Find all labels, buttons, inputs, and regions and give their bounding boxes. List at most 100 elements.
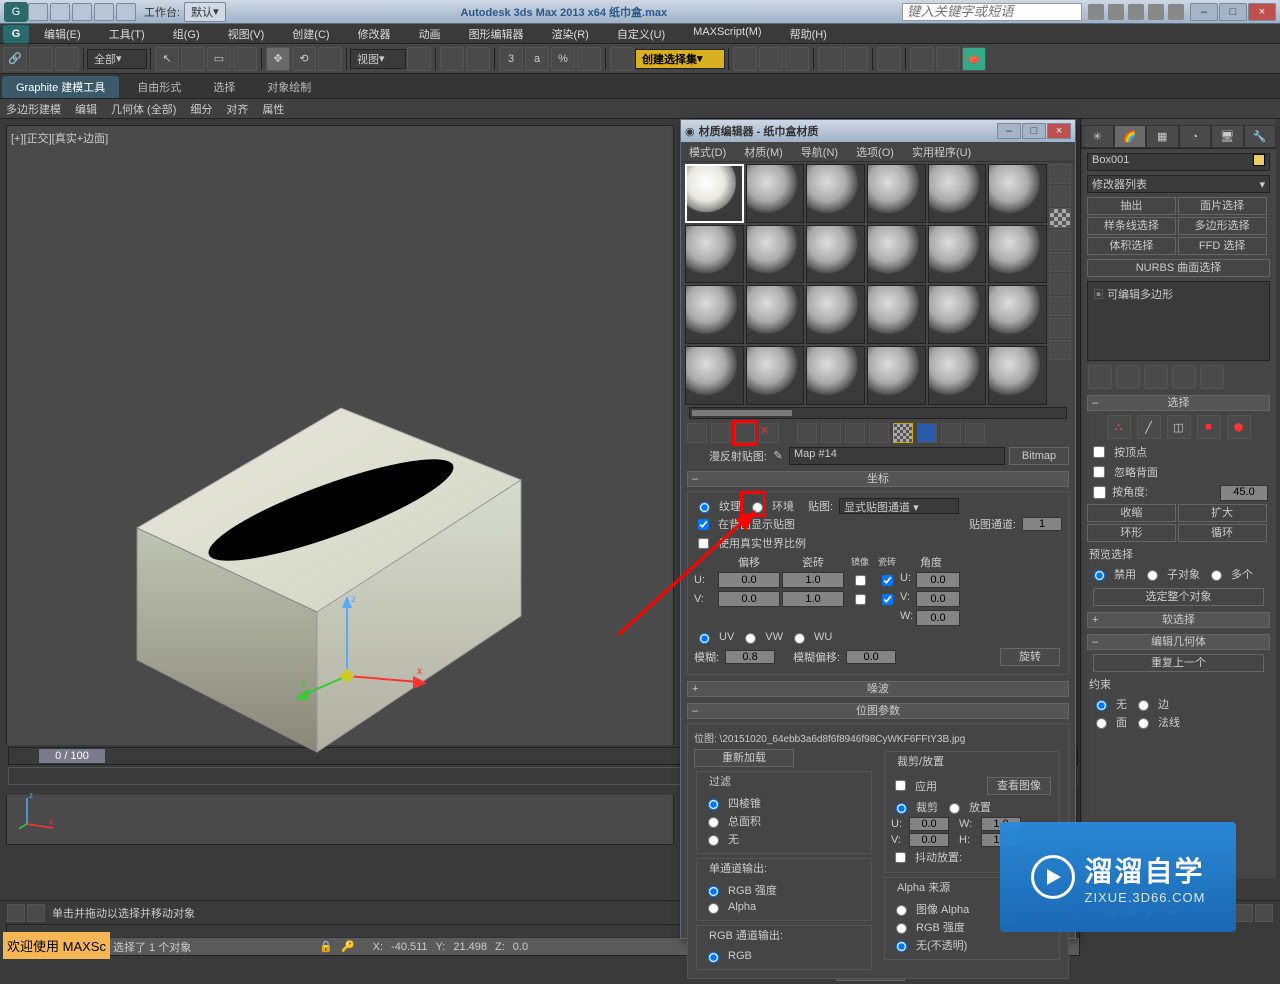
assign-icon[interactable] <box>735 423 755 443</box>
bind-icon[interactable] <box>55 47 79 71</box>
matmenu-material[interactable]: 材质(M) <box>742 142 785 161</box>
sr-align[interactable]: 对齐 <box>226 101 248 117</box>
tab-freeform[interactable]: 自由形式 <box>123 76 195 98</box>
reload-button[interactable]: 重新加载 <box>694 749 794 767</box>
ti2-icon[interactable] <box>1108 4 1124 20</box>
shrink-button[interactable]: 收缩 <box>1087 504 1176 522</box>
bitmap-path[interactable]: 位图: \20151020_64ebb3a6d8f6f8946f98CyWKF6… <box>692 728 1064 747</box>
tab-modify-icon[interactable]: 🌈 <box>1114 125 1147 148</box>
preview-icon[interactable] <box>1049 274 1071 294</box>
tab-selection[interactable]: 选择 <box>199 76 249 98</box>
pick-icon[interactable]: ✎ <box>771 449 785 462</box>
blur-spinner[interactable]: 0.8 <box>725 650 775 664</box>
render-icon[interactable]: 🫖 <box>962 47 986 71</box>
subel-icon[interactable]: ⬢ <box>1227 415 1251 439</box>
radio-vw[interactable] <box>745 633 756 644</box>
menu-edit[interactable]: 编辑(E) <box>30 24 95 43</box>
applogo-icon[interactable]: G <box>2 24 30 44</box>
unique-icon[interactable] <box>1144 365 1168 389</box>
rotate-icon[interactable]: ⟲ <box>292 47 316 71</box>
close-button[interactable]: × <box>1248 3 1276 21</box>
maximize-button[interactable]: □ <box>1219 3 1247 21</box>
pin-icon[interactable] <box>1088 365 1112 389</box>
qat-undo-icon[interactable] <box>94 3 114 21</box>
sr-props[interactable]: 属性 <box>262 101 284 117</box>
menu-tools[interactable]: 工具(T) <box>95 24 159 43</box>
viewport-label[interactable]: [+][正交][真实+边面] <box>11 130 108 146</box>
viewport[interactable]: [+][正交][真实+边面] z y x z x <box>6 125 674 845</box>
matbrowser-icon[interactable] <box>877 47 901 71</box>
crop-u[interactable]: 0.0 <box>909 817 949 831</box>
showend-icon[interactable] <box>917 423 937 443</box>
matdlg-max-button[interactable]: □ <box>1022 123 1046 139</box>
matid-icon[interactable] <box>869 423 889 443</box>
select-by-icon[interactable] <box>1049 318 1071 338</box>
r-rgb[interactable] <box>708 952 719 963</box>
slot-1[interactable] <box>685 164 744 223</box>
matmenu-mode[interactable]: 模式(D) <box>687 142 728 161</box>
select-icon[interactable]: ↖ <box>155 47 179 71</box>
rect-icon[interactable]: ▭ <box>207 47 231 71</box>
angle-spinner[interactable]: 45.0 <box>1220 485 1268 501</box>
slot-11[interactable] <box>928 225 987 284</box>
object-name[interactable]: Box001 <box>1087 153 1270 171</box>
c-normal[interactable] <box>1138 718 1149 729</box>
slot-12[interactable] <box>988 225 1047 284</box>
ti5-icon[interactable] <box>1168 4 1184 20</box>
mod-vol[interactable]: 体积选择 <box>1087 237 1176 255</box>
r-place[interactable] <box>949 803 960 814</box>
r-multi[interactable] <box>1211 570 1222 581</box>
sr-subdiv[interactable]: 细分 <box>190 101 212 117</box>
minimize-button[interactable]: – <box>1190 3 1218 21</box>
scale-icon[interactable] <box>318 47 342 71</box>
slot-13[interactable] <box>685 285 744 344</box>
menu-modifiers[interactable]: 修改器 <box>344 24 405 43</box>
ck-byvert[interactable] <box>1093 446 1105 458</box>
slot-23[interactable] <box>928 346 987 405</box>
bluroff-spinner[interactable]: 0.0 <box>846 650 896 664</box>
qat-open-icon[interactable] <box>50 3 70 21</box>
move-icon[interactable]: ✥ <box>266 47 290 71</box>
r-rgbint2[interactable] <box>896 923 907 934</box>
move-gizmo[interactable]: z y x <box>287 586 447 706</box>
delete-icon[interactable]: ✕ <box>759 423 779 443</box>
u-tile-ck[interactable] <box>882 575 893 586</box>
sample-uv-icon[interactable] <box>1049 230 1071 250</box>
cfg-icon[interactable] <box>1200 365 1224 389</box>
goparent-icon[interactable] <box>941 423 961 443</box>
menu-custom[interactable]: 自定义(U) <box>603 24 679 43</box>
link-icon[interactable]: 🔗 <box>3 47 27 71</box>
nav-zoomext-icon[interactable] <box>1235 904 1253 922</box>
mirror2-icon[interactable] <box>733 47 757 71</box>
copy-icon[interactable] <box>797 423 817 443</box>
r-off[interactable] <box>1094 570 1105 581</box>
menu-graph[interactable]: 图形编辑器 <box>455 24 538 43</box>
grow-button[interactable]: 扩大 <box>1178 504 1267 522</box>
u-offset[interactable]: 0.0 <box>718 572 780 588</box>
puttolib-icon[interactable] <box>845 423 865 443</box>
slot-9[interactable] <box>806 225 865 284</box>
menu-render[interactable]: 渲染(R) <box>538 24 603 43</box>
radio-env[interactable] <box>752 502 763 513</box>
app-icon[interactable]: G <box>4 2 28 22</box>
options2-icon[interactable] <box>1049 296 1071 316</box>
u-angle[interactable]: 0.0 <box>916 572 960 588</box>
menu-maxscript[interactable]: MAXScript(M) <box>679 24 775 43</box>
manip-icon[interactable] <box>440 47 464 71</box>
subv-icon[interactable]: ∴ <box>1107 415 1131 439</box>
menu-group[interactable]: 组(G) <box>159 24 214 43</box>
r-alpha1[interactable] <box>708 903 719 914</box>
mapchan-spinner[interactable]: 1 <box>1022 517 1062 531</box>
c-edge[interactable] <box>1138 700 1149 711</box>
spsnap-icon[interactable] <box>577 47 601 71</box>
sr-polymodel[interactable]: 多边形建模 <box>6 101 61 117</box>
schematic-icon[interactable] <box>844 47 868 71</box>
coord-z[interactable]: 0.0 <box>513 941 528 953</box>
qat-new-icon[interactable] <box>28 3 48 21</box>
search-input[interactable] <box>902 3 1082 21</box>
matdlg-close-button[interactable]: × <box>1047 123 1071 139</box>
slot-8[interactable] <box>746 225 805 284</box>
c-none[interactable] <box>1096 700 1107 711</box>
isolate-icon[interactable] <box>27 904 45 922</box>
slot-19[interactable] <box>685 346 744 405</box>
